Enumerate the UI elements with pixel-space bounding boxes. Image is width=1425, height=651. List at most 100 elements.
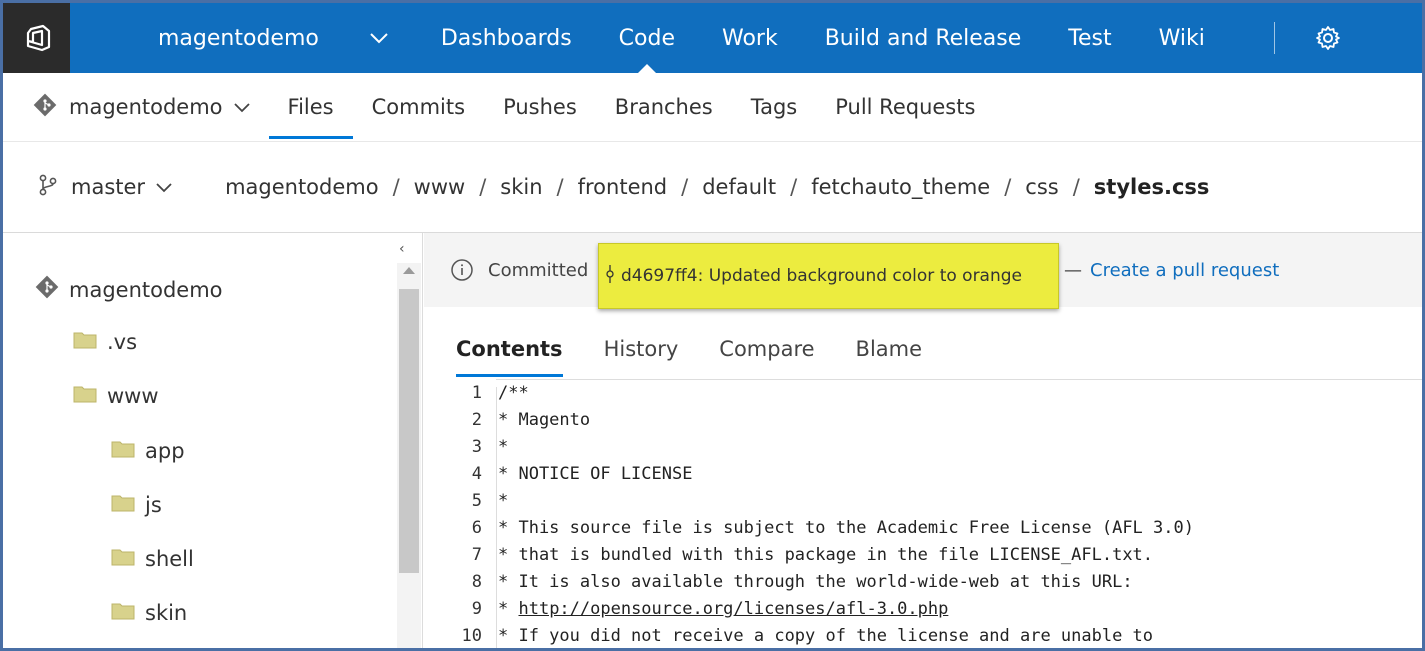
top-navigation: magentodemo Dashboards Code Work Build a… bbox=[3, 3, 1422, 73]
chevron-down-icon bbox=[233, 102, 251, 113]
code-line: 10 * If you did not receive a copy of the… bbox=[424, 622, 1422, 648]
vsts-logo-icon[interactable] bbox=[3, 3, 70, 73]
line-text: /** bbox=[498, 382, 529, 403]
tab-tags[interactable]: Tags bbox=[732, 73, 817, 141]
line-text: * If you did not receive a copy of the l… bbox=[498, 625, 1154, 646]
collapse-tree-icon[interactable]: ‹ bbox=[399, 241, 405, 257]
tree-item-folder[interactable]: app bbox=[111, 439, 185, 463]
branch-icon bbox=[37, 173, 59, 202]
committed-label: Committed bbox=[488, 259, 589, 281]
code-editor[interactable]: 1/** 2 * Magento 3 * 4 * NOTICE OF LICENSE … bbox=[424, 379, 1422, 648]
folder-icon bbox=[111, 439, 135, 463]
tab-commits[interactable]: Commits bbox=[353, 73, 484, 141]
line-number: 1 bbox=[471, 382, 482, 403]
breadcrumb-separator: / bbox=[790, 175, 798, 199]
code-line: 2 * Magento bbox=[424, 406, 1422, 433]
branch-selector[interactable]: master bbox=[37, 173, 173, 202]
code-line: 4 * NOTICE OF LICENSE bbox=[424, 460, 1422, 487]
scroll-up-icon[interactable] bbox=[403, 267, 415, 274]
repo-name: magentodemo bbox=[69, 95, 223, 119]
tree-item-label: shell bbox=[145, 547, 194, 571]
tree-item-label: www bbox=[107, 384, 159, 408]
file-tree: ‹ magentodemo .vs www app js shell skin bbox=[3, 233, 423, 648]
breadcrumb-item[interactable]: magentodemo bbox=[225, 175, 379, 199]
folder-icon bbox=[111, 601, 135, 625]
line-text: * Magento bbox=[498, 409, 591, 430]
folder-icon bbox=[73, 384, 97, 408]
code-line: 1 /** bbox=[424, 379, 1422, 406]
branch-name: master bbox=[71, 175, 146, 199]
breadcrumb-item[interactable]: skin bbox=[500, 175, 542, 199]
license-url-link[interactable]: http://opensource.org/licenses/afl-3.0.p… bbox=[518, 599, 948, 619]
tree-item-folder[interactable]: skin bbox=[111, 601, 187, 625]
folder-icon bbox=[111, 547, 135, 571]
breadcrumb-item[interactable]: fetchauto_theme bbox=[811, 175, 990, 199]
tree-item-folder[interactable]: shell bbox=[111, 547, 194, 571]
path-bar: master magentodemo / www / skin / fronte… bbox=[3, 141, 1422, 233]
tree-item-repo[interactable]: magentodemo bbox=[35, 275, 223, 304]
project-selector[interactable]: magentodemo bbox=[158, 26, 389, 51]
breadcrumb: magentodemo / www / skin / frontend / de… bbox=[225, 175, 1209, 199]
nav-work[interactable]: Work bbox=[722, 3, 778, 73]
repo-selector[interactable]: magentodemo bbox=[33, 93, 251, 122]
line-number: 2 bbox=[471, 409, 482, 430]
content-tabs: Contents History Compare Blame bbox=[424, 321, 1422, 377]
line-number: 10 bbox=[461, 625, 482, 646]
git-repo-icon bbox=[33, 93, 57, 122]
breadcrumb-current-file: styles.css bbox=[1093, 175, 1210, 199]
breadcrumb-separator: / bbox=[1004, 175, 1012, 199]
breadcrumb-separator: / bbox=[556, 175, 564, 199]
nav-code[interactable]: Code bbox=[619, 3, 675, 73]
line-number: 9 bbox=[471, 598, 482, 619]
tree-item-folder[interactable]: js bbox=[111, 493, 162, 517]
tree-item-label: js bbox=[145, 493, 162, 517]
commit-icon bbox=[605, 264, 615, 289]
breadcrumb-item[interactable]: default bbox=[702, 175, 776, 199]
line-text: * NOTICE OF LICENSE bbox=[498, 463, 693, 484]
git-repo-icon bbox=[35, 275, 59, 304]
nav-dashboards[interactable]: Dashboards bbox=[441, 3, 572, 73]
code-sub-navigation: magentodemo Files Commits Pushes Branche… bbox=[3, 73, 1422, 141]
tree-item-folder[interactable]: www bbox=[73, 384, 159, 408]
info-icon bbox=[450, 258, 474, 282]
nav-build-and-release[interactable]: Build and Release bbox=[825, 3, 1022, 73]
project-name: magentodemo bbox=[158, 25, 319, 51]
tab-compare[interactable]: Compare bbox=[719, 321, 814, 377]
tab-pushes[interactable]: Pushes bbox=[484, 73, 596, 141]
tab-files[interactable]: Files bbox=[268, 73, 353, 141]
chevron-down-icon bbox=[369, 32, 389, 44]
breadcrumb-item[interactable]: www bbox=[414, 175, 466, 199]
line-number: 4 bbox=[471, 463, 482, 484]
gear-icon[interactable] bbox=[1315, 25, 1341, 51]
line-text: * bbox=[498, 490, 509, 511]
breadcrumb-item[interactable]: css bbox=[1025, 175, 1058, 199]
breadcrumb-separator: / bbox=[392, 175, 400, 199]
line-text: * http://opensource.org/licenses/afl-3.0… bbox=[498, 599, 948, 619]
tab-pull-requests[interactable]: Pull Requests bbox=[816, 73, 994, 141]
line-number: 7 bbox=[471, 544, 482, 565]
tab-blame[interactable]: Blame bbox=[856, 321, 923, 377]
create-pull-request-link[interactable]: Create a pull request bbox=[1090, 260, 1279, 281]
commit-link[interactable]: d4697ff4: Updated background color to or… bbox=[598, 243, 1059, 309]
line-text: * It is also available through the world… bbox=[498, 571, 1133, 592]
line-number: 6 bbox=[471, 517, 482, 538]
breadcrumb-separator: / bbox=[479, 175, 487, 199]
commit-actions: — Create a pull request bbox=[1064, 233, 1279, 307]
breadcrumb-separator: / bbox=[681, 175, 689, 199]
tab-branches[interactable]: Branches bbox=[596, 73, 732, 141]
code-line: 7 * that is bundled with this package in … bbox=[424, 541, 1422, 568]
breadcrumb-item[interactable]: frontend bbox=[578, 175, 668, 199]
tree-scrollbar-thumb[interactable] bbox=[399, 289, 419, 573]
tree-item-folder[interactable]: .vs bbox=[73, 330, 137, 354]
tab-history[interactable]: History bbox=[604, 321, 679, 377]
nav-wiki[interactable]: Wiki bbox=[1159, 3, 1205, 73]
line-number: 8 bbox=[471, 571, 482, 592]
nav-test[interactable]: Test bbox=[1068, 3, 1111, 73]
line-text: * bbox=[498, 436, 509, 457]
nav-divider bbox=[1273, 22, 1275, 54]
line-text: * This source file is subject to the Aca… bbox=[498, 517, 1194, 538]
code-line: 3 * bbox=[424, 433, 1422, 460]
tab-contents[interactable]: Contents bbox=[456, 321, 563, 377]
app-window: magentodemo Dashboards Code Work Build a… bbox=[0, 0, 1425, 651]
commit-hash-message: d4697ff4: Updated background color to or… bbox=[621, 266, 1022, 286]
